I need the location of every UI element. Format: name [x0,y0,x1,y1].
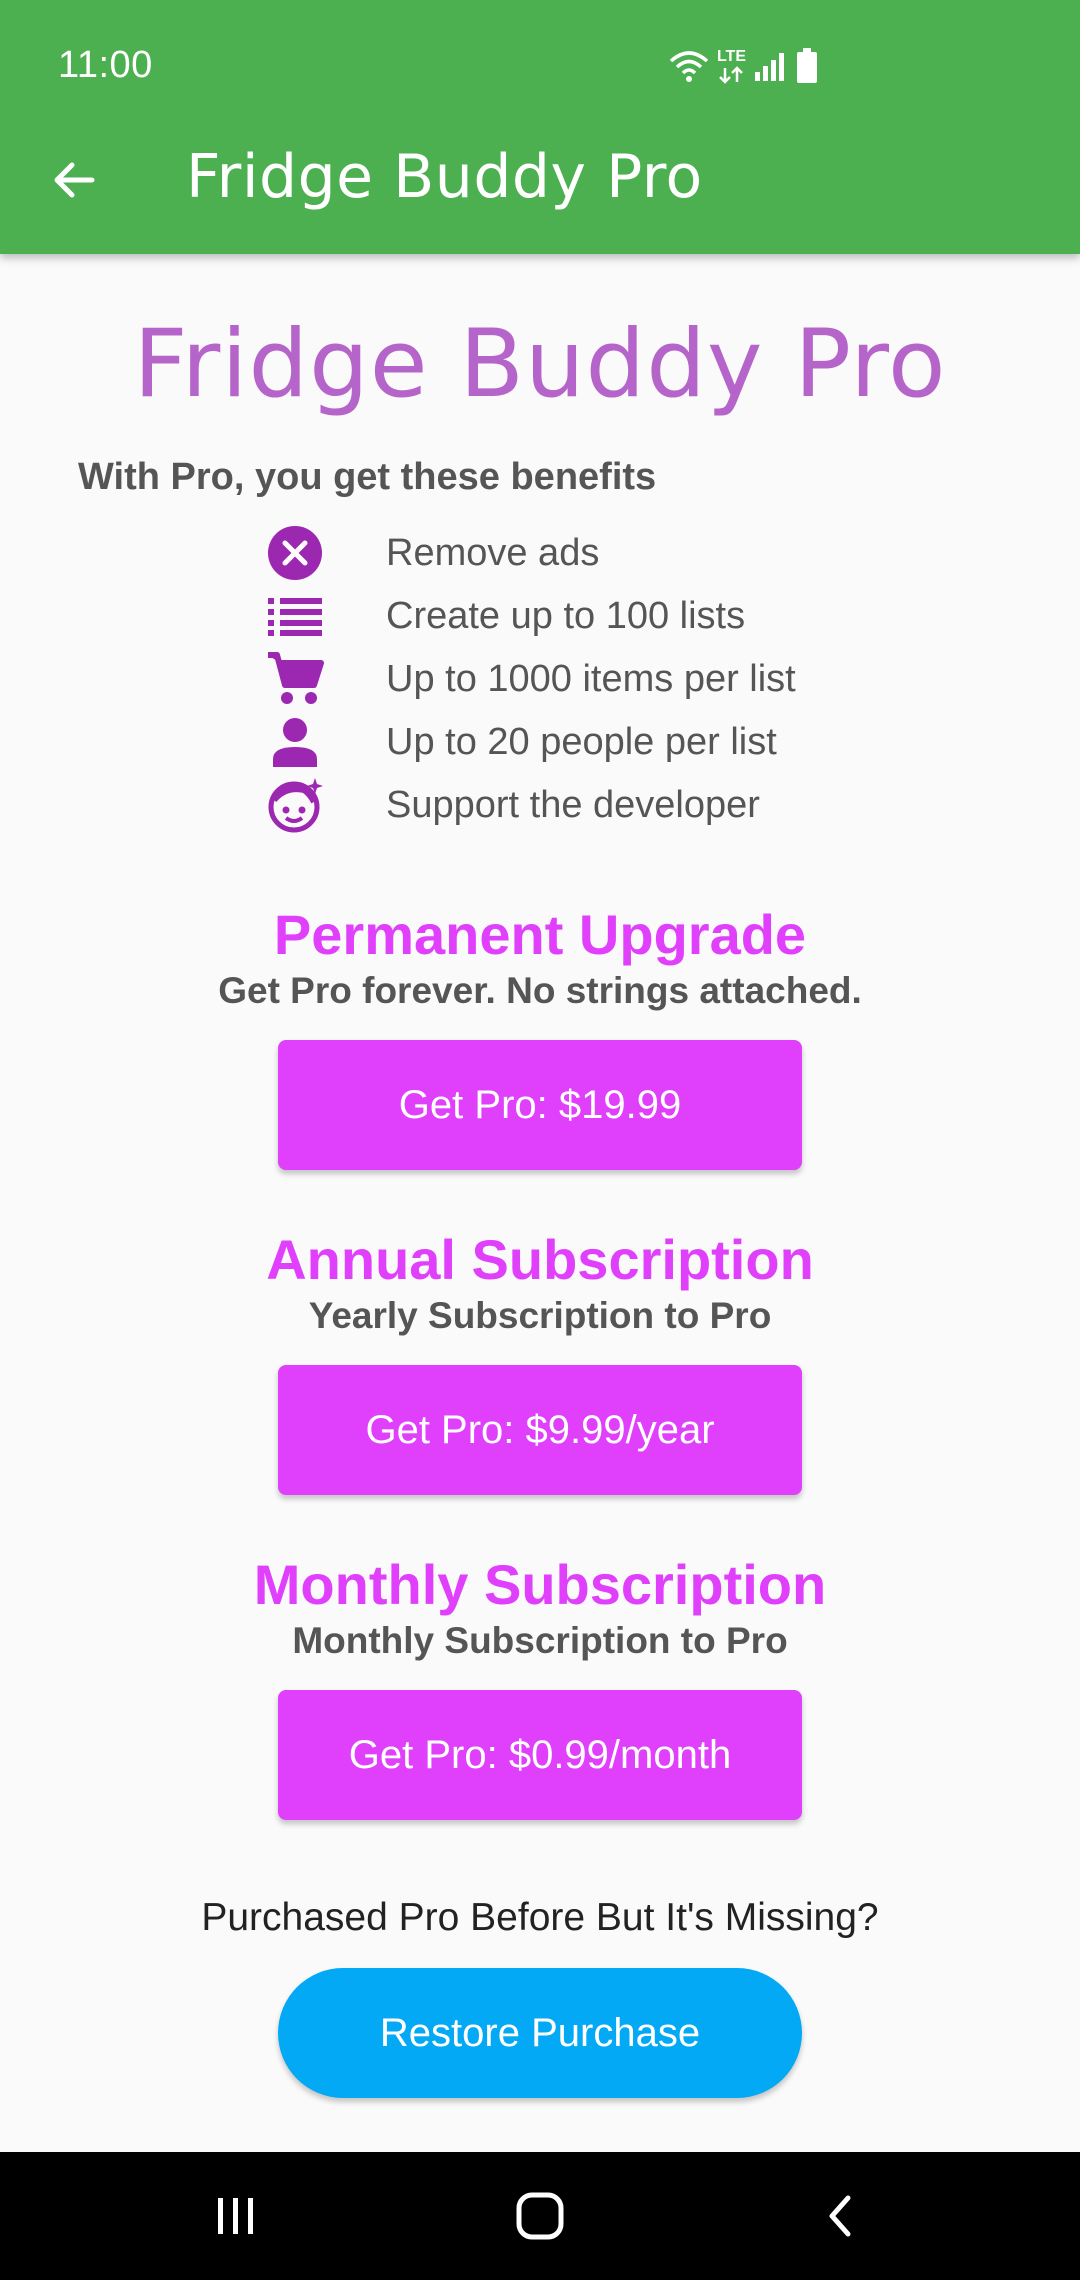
plan-title-permanent: Permanent Upgrade [273,903,807,966]
benefit-item: Create up to 100 lists [264,585,745,647]
lte-icon: LTE [717,48,746,84]
benefit-item: Support the developer [264,774,760,836]
person-icon [264,711,326,773]
restore-question: Purchased Pro Before But It's Missing? [201,1896,879,1939]
benefit-label: Up to 1000 items per list [386,657,796,700]
status-time: 11:00 [58,44,153,86]
benefit-item: Up to 20 people per list [264,711,777,773]
home-icon [516,2192,564,2240]
screen: 11:00 LTE Fridge Buddy Pro Fridge Buddy … [0,0,1080,2280]
status-icons: LTE [669,44,818,88]
plan-subtitle-permanent: Get Pro forever. No strings attached. [218,970,862,1011]
buy-monthly-button[interactable]: Get Pro: $0.99/month [278,1690,802,1820]
arrow-back-icon [54,162,95,198]
wifi-icon [669,49,709,83]
home-button[interactable] [460,2152,620,2280]
recents-icon [218,2198,253,2234]
face-icon [264,774,326,836]
lte-label: LTE [716,48,746,65]
benefit-label: Support the developer [386,783,760,826]
nav-back-button[interactable] [760,2152,920,2280]
list-icon [264,585,326,647]
remove-ads-icon [264,522,326,584]
benefits-heading: With Pro, you get these benefits [78,456,657,498]
buy-permanent-button[interactable]: Get Pro: $19.99 [278,1040,802,1170]
app-bar-title: Fridge Buddy Pro [186,142,703,212]
cart-icon [264,648,326,710]
buy-annual-button[interactable]: Get Pro: $9.99/year [278,1365,802,1495]
app-bar: 11:00 LTE Fridge Buddy Pro [0,0,1080,254]
restore-purchase-button[interactable]: Restore Purchase [278,1968,802,2098]
back-button[interactable] [36,142,112,218]
plan-subtitle-annual: Yearly Subscription to Pro [308,1295,772,1336]
benefit-item: Up to 1000 items per list [264,648,796,710]
plan-title-monthly: Monthly Subscription [253,1553,827,1616]
plan-subtitle-monthly: Monthly Subscription to Pro [292,1620,788,1661]
navigation-bar [0,2152,1080,2280]
benefit-item: Remove ads [264,522,599,584]
plan-title-annual: Annual Subscription [266,1228,814,1291]
recents-button[interactable] [156,2152,316,2280]
benefit-label: Remove ads [386,531,600,574]
battery-icon [796,48,818,84]
benefit-label: Create up to 100 lists [386,594,746,637]
signal-icon [754,50,788,82]
back-icon [829,2195,851,2237]
hero-title: Fridge Buddy Pro [133,310,947,419]
benefit-label: Up to 20 people per list [386,720,777,763]
